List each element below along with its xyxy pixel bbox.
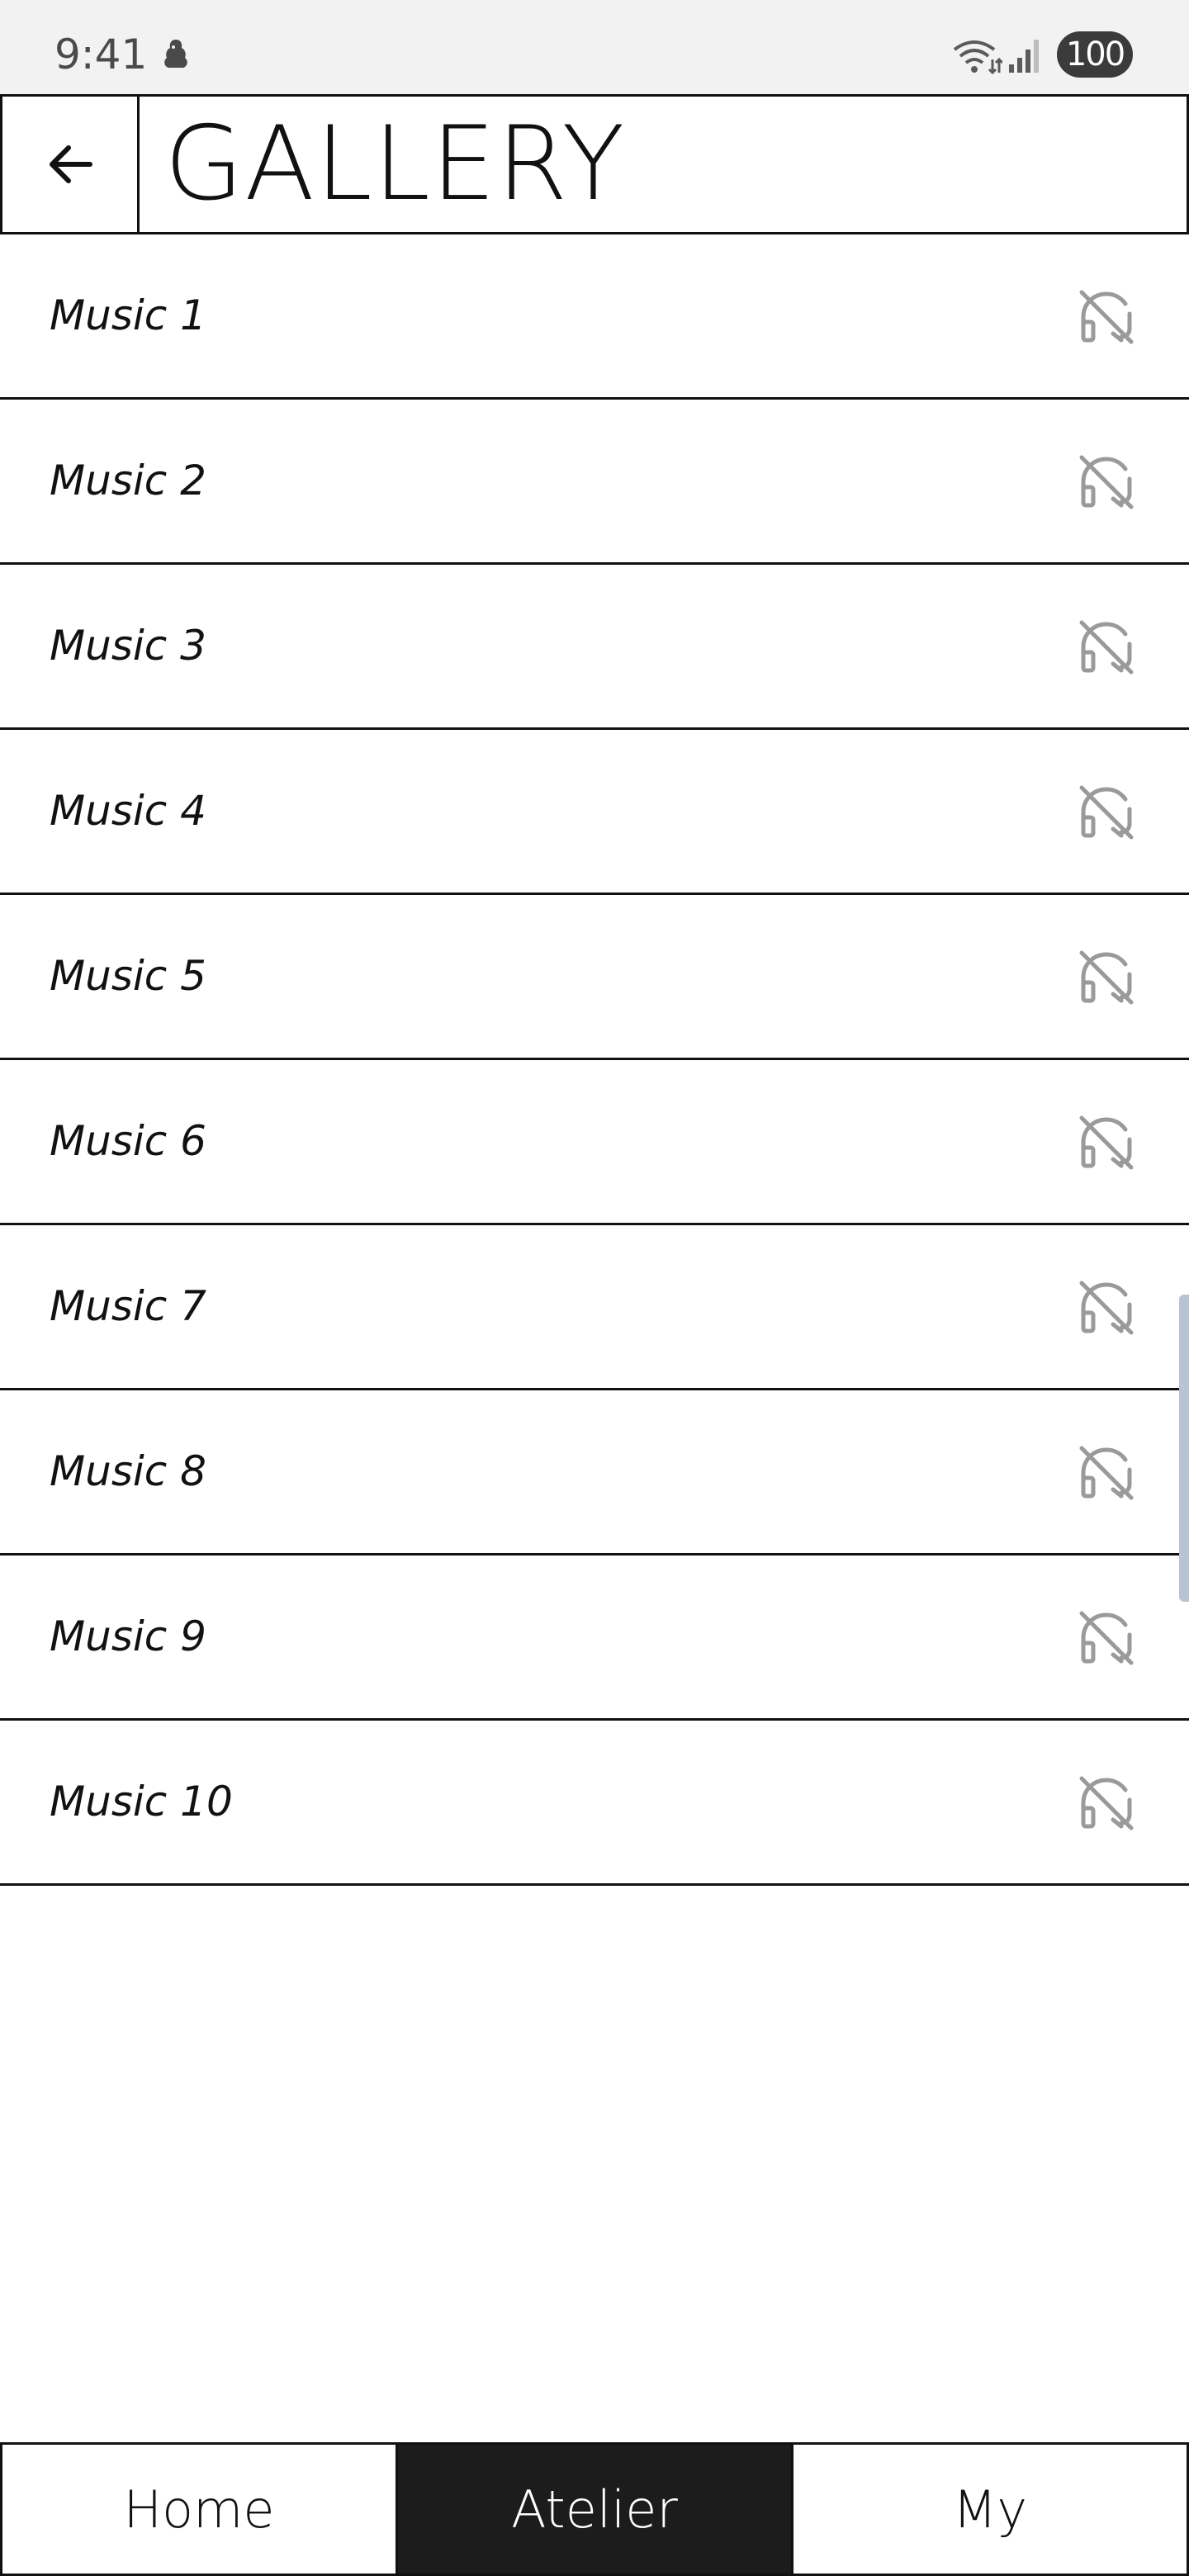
list-item[interactable]: Music 6 [0, 1060, 1189, 1225]
signal-icon [1009, 40, 1039, 73]
list-item[interactable]: Music 3 [0, 565, 1189, 730]
music-title: Music 5 [50, 952, 206, 1000]
status-bar: 9:41 100 [0, 0, 1189, 94]
tab-my[interactable]: My [791, 2445, 1189, 2574]
music-title: Music 10 [50, 1778, 233, 1825]
list-item[interactable]: Music 10 [0, 1721, 1189, 1886]
headphones-off-icon[interactable] [1075, 1442, 1138, 1504]
bottom-nav: Home Atelier My [0, 2442, 1189, 2576]
headphones-off-icon[interactable] [1075, 286, 1138, 348]
list-item[interactable]: Music 2 [0, 400, 1189, 565]
headphones-off-icon[interactable] [1075, 451, 1138, 514]
list-item[interactable]: Music 5 [0, 895, 1189, 1060]
headphones-off-icon[interactable] [1075, 1607, 1138, 1669]
status-time: 9:41 [54, 31, 148, 78]
headphones-off-icon[interactable] [1075, 1276, 1138, 1339]
music-list: Music 1 Music 2 Music 3 Music 4 Music 5 Music… [0, 234, 1189, 1886]
headphones-off-icon[interactable] [1075, 1111, 1138, 1174]
back-button[interactable] [2, 97, 140, 232]
scrollbar[interactable] [1179, 1295, 1189, 1602]
list-item[interactable]: Music 1 [0, 234, 1189, 400]
notification-app-icon [164, 40, 187, 68]
header: GALLERY [0, 94, 1189, 234]
music-title: Music 8 [50, 1447, 206, 1495]
tab-atelier[interactable]: Atelier [396, 2445, 791, 2574]
headphones-off-icon[interactable] [1075, 781, 1138, 844]
list-item[interactable]: Music 7 [0, 1225, 1189, 1390]
headphones-off-icon[interactable] [1075, 946, 1138, 1009]
headphones-off-icon[interactable] [1075, 616, 1138, 679]
music-title: Music 2 [50, 457, 206, 504]
music-title: Music 7 [50, 1282, 206, 1330]
arrow-left-icon [49, 145, 92, 183]
music-title: Music 1 [50, 291, 206, 339]
battery-icon: 100 [1057, 31, 1133, 78]
list-item[interactable]: Music 4 [0, 730, 1189, 895]
wifi-icon [953, 40, 1002, 74]
music-title: Music 4 [50, 787, 206, 835]
headphones-off-icon[interactable] [1075, 1772, 1138, 1835]
list-item[interactable]: Music 9 [0, 1556, 1189, 1721]
battery-level: 100 [1065, 36, 1125, 73]
list-item[interactable]: Music 8 [0, 1390, 1189, 1556]
music-title: Music 6 [50, 1117, 206, 1165]
tab-home[interactable]: Home [0, 2445, 396, 2574]
page-title: GALLERY [164, 105, 626, 224]
music-title: Music 3 [50, 622, 206, 670]
music-title: Music 9 [50, 1612, 206, 1660]
